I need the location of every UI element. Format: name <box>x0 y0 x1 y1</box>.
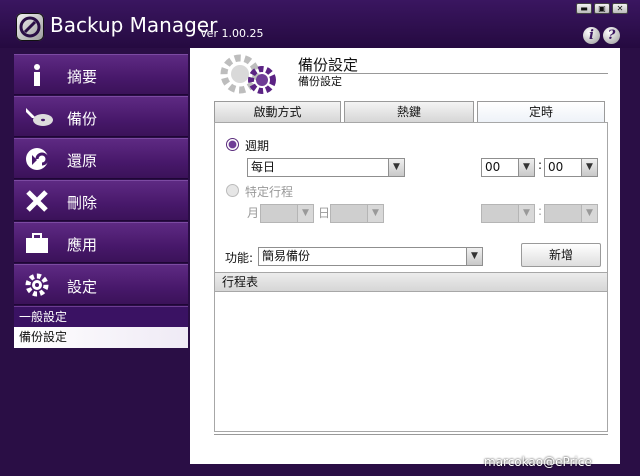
sidebar-item-backup[interactable]: 備份 <box>14 96 188 137</box>
restore-icon <box>24 146 50 172</box>
chevron-down-icon: ▼ <box>466 248 482 265</box>
sidebar-item-label: 刪除 <box>67 194 98 212</box>
title-divider <box>298 73 608 74</box>
page-title: 備份設定 <box>298 56 359 74</box>
sidebar: 摘要 備份 還原 刪除 應用 設定 一般設定 備份設定 <box>14 54 188 460</box>
specific-minute-select[interactable]: ▼ <box>544 204 598 223</box>
main-panel: 備份設定 備份設定 啟動方式 熱鍵 定時 週期 每日 ▼ 00 ▼ : 00 ▼… <box>190 48 620 464</box>
app-logo-icon <box>16 13 44 41</box>
schedule-tab-panel: 週期 每日 ▼ 00 ▼ : 00 ▼ 特定行程 月 ▼ 日 ▼ ▼ : ▼ 功… <box>214 122 608 432</box>
minute-value: 00 <box>548 160 564 174</box>
bottom-divider <box>214 434 608 435</box>
sidebar-item-apply[interactable]: 應用 <box>14 222 188 263</box>
periodic-label: 週期 <box>245 139 270 153</box>
maximize-button[interactable]: ▣ <box>594 3 610 14</box>
delete-x-icon <box>24 188 50 214</box>
periodic-radio[interactable] <box>226 138 239 151</box>
subnav-item-general-settings[interactable]: 一般設定 <box>14 306 188 327</box>
time-separator: : <box>538 158 543 172</box>
month-label: 月 <box>247 206 260 220</box>
help-icon[interactable]: ? <box>603 27 620 44</box>
sidebar-item-label: 備份 <box>67 110 98 128</box>
app-title: Backup Manager <box>50 13 218 37</box>
chevron-down-icon: ▼ <box>581 159 597 176</box>
briefcase-icon <box>24 230 50 256</box>
minimize-button[interactable]: ▬ <box>576 3 592 14</box>
sidebar-item-delete[interactable]: 刪除 <box>14 180 188 221</box>
chevron-down-icon: ▼ <box>518 159 534 176</box>
subnav-item-backup-settings[interactable]: 備份設定 <box>14 327 188 348</box>
page-subtitle: 備份設定 <box>298 75 342 88</box>
sidebar-item-label: 還原 <box>67 152 98 170</box>
sidebar-item-restore[interactable]: 還原 <box>14 138 188 179</box>
info-icon[interactable]: i <box>583 27 600 44</box>
time-separator: : <box>538 204 543 218</box>
specific-schedule-radio[interactable] <box>226 184 239 197</box>
tab-startup-method[interactable]: 啟動方式 <box>214 101 341 122</box>
tab-hotkey[interactable]: 熱鍵 <box>344 101 474 122</box>
function-label: 功能: <box>225 251 254 265</box>
function-select[interactable]: 簡易備份 ▼ <box>258 247 483 266</box>
chevron-down-icon: ▼ <box>388 159 404 176</box>
specific-schedule-label: 特定行程 <box>245 185 294 199</box>
title-bar: Backup Manager Ver 1.00.25 ▬ ▣ ✕ i ? <box>0 0 640 48</box>
hour-select[interactable]: 00 ▼ <box>481 158 535 177</box>
frequency-value: 每日 <box>251 160 276 174</box>
hour-value: 00 <box>485 160 501 174</box>
info-icon <box>24 62 50 88</box>
month-select[interactable]: ▼ <box>260 204 314 223</box>
close-button[interactable]: ✕ <box>612 3 628 14</box>
watermark: marcokao@ePrice <box>484 455 592 469</box>
sidebar-item-settings[interactable]: 設定 <box>14 264 188 305</box>
schedule-list-header: 行程表 <box>215 272 607 292</box>
sidebar-item-label: 設定 <box>67 278 98 296</box>
backup-disc-icon <box>24 104 53 130</box>
frequency-select[interactable]: 每日 ▼ <box>247 158 405 177</box>
chevron-down-icon: ▼ <box>367 205 383 222</box>
chevron-down-icon: ▼ <box>518 205 534 222</box>
day-label: 日 <box>318 206 331 220</box>
app-version: Ver 1.00.25 <box>200 27 264 40</box>
schedule-list[interactable] <box>215 292 607 431</box>
chevron-down-icon: ▼ <box>297 205 313 222</box>
sidebar-item-label: 應用 <box>67 236 98 254</box>
minute-select[interactable]: 00 ▼ <box>544 158 598 177</box>
tab-schedule[interactable]: 定時 <box>477 101 605 122</box>
settings-subnav: 一般設定 備份設定 <box>14 306 188 348</box>
sidebar-item-summary[interactable]: 摘要 <box>14 54 188 95</box>
sidebar-item-label: 摘要 <box>67 68 98 86</box>
specific-hour-select[interactable]: ▼ <box>481 204 535 223</box>
day-select[interactable]: ▼ <box>330 204 384 223</box>
function-value: 簡易備份 <box>262 249 311 263</box>
chevron-down-icon: ▼ <box>581 205 597 222</box>
add-schedule-button[interactable]: 新增 <box>521 243 601 267</box>
settings-gears-icon <box>218 52 282 98</box>
gear-icon <box>24 272 50 298</box>
